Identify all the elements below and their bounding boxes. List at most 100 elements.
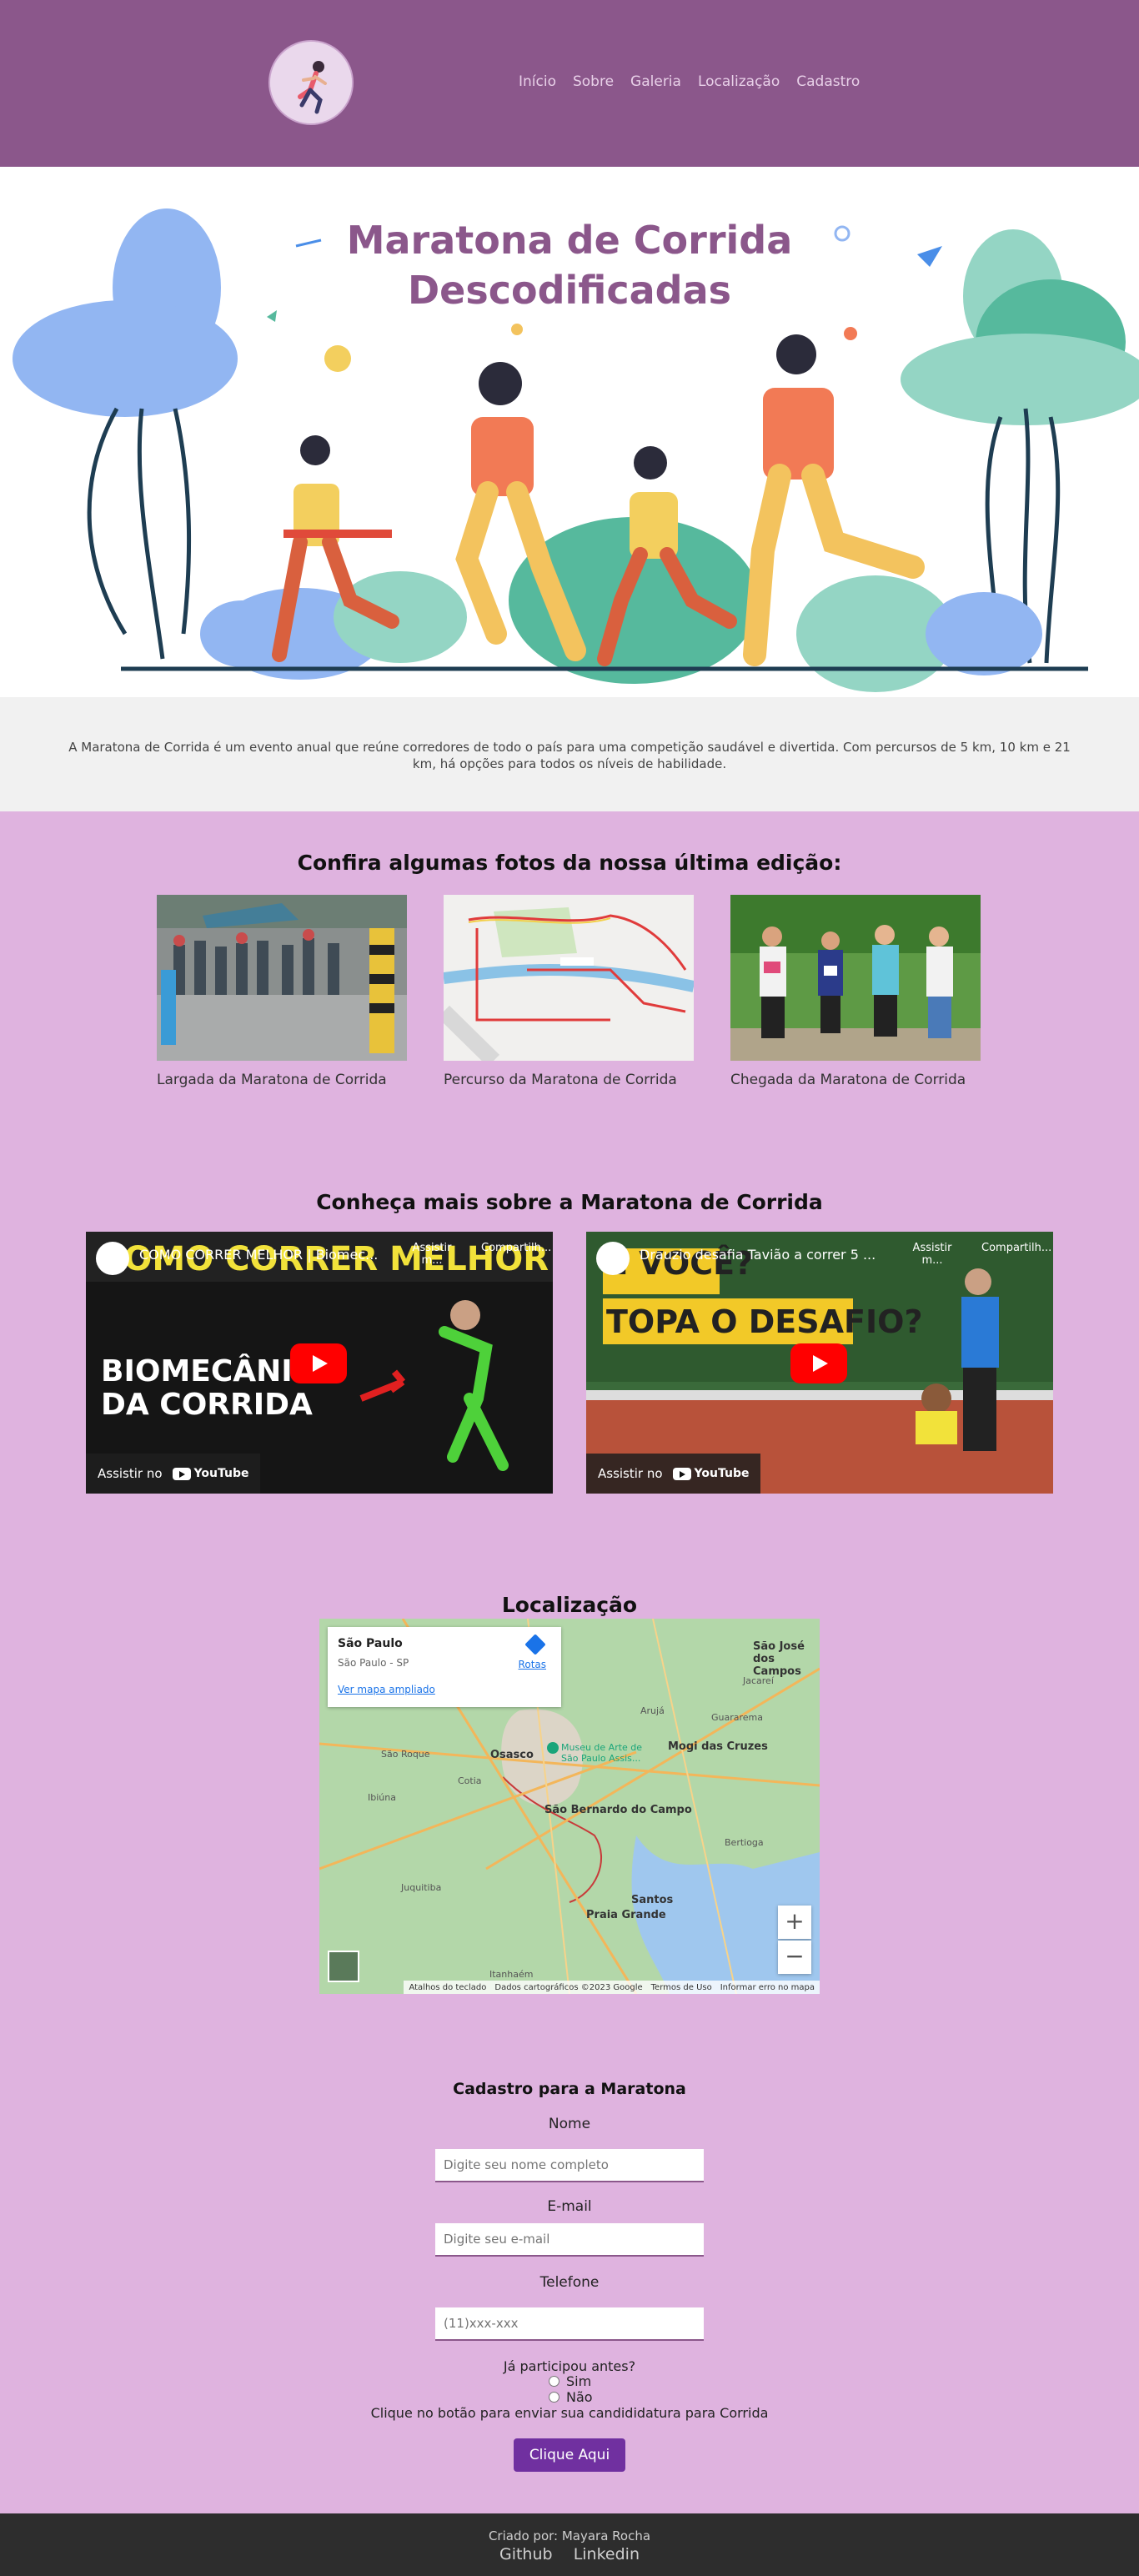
video2-overlay-line2: TOPA O DESAFIO?: [606, 1303, 923, 1340]
caption-route: Percurso da Maratona de Corrida: [444, 1072, 677, 1088]
site-footer: Criado por: Mayara Rocha Github Linkedin: [0, 2513, 1139, 2576]
play-button[interactable]: [290, 1343, 347, 1383]
share-button[interactable]: Compartilh...: [481, 1242, 551, 1267]
map-label-santos: Santos: [631, 1894, 674, 1906]
map-label-juquitiba: Juquitiba: [401, 1882, 442, 1893]
hero-banner: Maratona de Corrida Descodificadas: [0, 167, 1139, 697]
watch-on-youtube[interactable]: Assistir no YouTube: [586, 1454, 761, 1494]
map-poi-masp[interactable]: Museu de Arte de São Paulo Assis...: [561, 1742, 661, 1764]
caption-finish: Chegada da Maratona de Corrida: [730, 1072, 966, 1088]
watch-on-label: Assistir no: [598, 1466, 663, 1481]
view-larger-map-link[interactable]: Ver mapa ampliado: [338, 1684, 435, 1695]
name-label: Nome: [548, 2116, 591, 2132]
nav-inicio[interactable]: Início: [519, 73, 556, 90]
main-nav: Início Sobre Galeria Localização Cadastr…: [519, 73, 860, 90]
google-map[interactable]: São José dos Campos Jacareí Guararema Ar…: [319, 1619, 820, 1994]
hero-title: Maratona de Corrida Descodificadas: [0, 215, 1139, 315]
video1-title[interactable]: COMO CORRER MELHOR | Biomec...: [139, 1247, 378, 1263]
video1-overlay-line2: DA CORRIDA: [101, 1388, 313, 1422]
radio-no-circle[interactable]: [549, 2392, 559, 2403]
email-label: E-mail: [547, 2198, 592, 2215]
radio-yes-circle[interactable]: [549, 2376, 559, 2387]
watch-on-youtube[interactable]: Assistir no YouTube: [86, 1454, 261, 1494]
name-input[interactable]: [435, 2149, 704, 2182]
gallery-title: Confira algumas fotos da nossa última ed…: [297, 851, 842, 875]
youtube-logo-icon: YouTube: [172, 1467, 249, 1480]
nav-cadastro[interactable]: Cadastro: [796, 73, 860, 90]
video1-actions: Assistir m... Compartilh...: [401, 1242, 552, 1267]
phone-input[interactable]: [435, 2307, 704, 2341]
watch-later-button[interactable]: Assistir m...: [901, 1242, 963, 1267]
youtube-logo-text: YouTube: [694, 1467, 750, 1480]
play-button[interactable]: [790, 1343, 847, 1383]
share-button[interactable]: Compartilh...: [981, 1242, 1051, 1267]
watch-on-label: Assistir no: [98, 1466, 163, 1481]
radio-yes-label: Sim: [566, 2373, 592, 2389]
video-player-challenge[interactable]: E VOCÊ? TOPA O DESAFIO? Drauzio desafia …: [586, 1232, 1053, 1494]
map-layer-toggle[interactable]: [328, 1951, 359, 1982]
phone-label: Telefone: [539, 2274, 600, 2291]
zoom-in-button[interactable]: +: [778, 1906, 811, 1939]
map-place-subtitle: São Paulo - SP: [338, 1657, 409, 1669]
footer-links: Github Linkedin: [0, 2545, 1139, 2563]
location-title: Localização: [501, 1593, 638, 1617]
directions-link[interactable]: Rotas: [519, 1659, 546, 1670]
map-label-mogi: Mogi das Cruzes: [668, 1740, 768, 1753]
gallery-photo-start[interactable]: [157, 895, 407, 1061]
site-header: Início Sobre Galeria Localização Cadastr…: [0, 0, 1139, 167]
map-label-sao-roque: São Roque: [381, 1749, 430, 1760]
directions-icon[interactable]: [524, 1634, 546, 1655]
nav-sobre[interactable]: Sobre: [573, 73, 614, 90]
nav-localizacao[interactable]: Localização: [698, 73, 780, 90]
report-error-link[interactable]: Informar erro no mapa: [720, 1983, 815, 1992]
keyboard-shortcuts-link[interactable]: Atalhos do teclado: [409, 1983, 486, 1992]
email-input[interactable]: [435, 2223, 704, 2257]
submit-button[interactable]: Clique Aqui: [514, 2438, 625, 2472]
hero-title-line1: Maratona de Corrida: [346, 218, 793, 263]
video2-title[interactable]: Drauzio desafia Tavião a correr 5 ...: [640, 1247, 876, 1263]
youtube-logo-icon: YouTube: [672, 1467, 750, 1480]
map-label-guararema: Guararema: [711, 1712, 764, 1723]
map-info-card: São Paulo São Paulo - SP Ver mapa amplia…: [328, 1627, 561, 1707]
form-title: Cadastro para a Maratona: [453, 2080, 686, 2098]
radio-yes[interactable]: Sim: [549, 2373, 591, 2389]
video1-overlay: BIOMECÂNI DA CORRIDA: [101, 1355, 313, 1422]
footer-credit: Criado por: Mayara Rocha: [488, 2528, 651, 2543]
map-label-osasco: Osasco: [490, 1749, 534, 1761]
channel-avatar[interactable]: [596, 1242, 630, 1275]
photo-route-map: [444, 895, 694, 1061]
github-link[interactable]: Github: [499, 2545, 553, 2563]
terms-link[interactable]: Termos de Uso: [651, 1983, 712, 1992]
nav-galeria[interactable]: Galeria: [630, 73, 681, 90]
radio-no[interactable]: Não: [549, 2389, 593, 2405]
about-text: A Maratona de Corrida é um evento anual …: [68, 740, 1071, 771]
about-section: A Maratona de Corrida é um evento anual …: [0, 697, 1139, 811]
watch-later-button[interactable]: Assistir m...: [401, 1242, 463, 1267]
video2-actions: Assistir m... Compartilh...: [901, 1242, 1052, 1267]
zoom-out-button[interactable]: −: [778, 1941, 811, 1974]
map-label-sbc: São Bernardo do Campo: [544, 1804, 692, 1816]
map-label-aruja: Arujá: [640, 1705, 665, 1716]
map-label-cotia: Cotia: [458, 1775, 482, 1786]
map-label-bertioga: Bertioga: [725, 1837, 764, 1848]
map-label-itanhaem: Itanhaém: [489, 1969, 534, 1980]
logo[interactable]: [268, 40, 354, 125]
map-attribution: Atalhos do teclado Dados cartográficos ©…: [404, 1981, 820, 1994]
map-place-title: São Paulo: [338, 1637, 403, 1650]
youtube-logo-text: YouTube: [193, 1467, 249, 1480]
caption-start: Largada da Maratona de Corrida: [157, 1072, 387, 1088]
gallery-photo-finish[interactable]: [730, 895, 981, 1061]
map-data-credit: Dados cartográficos ©2023 Google: [494, 1982, 643, 1992]
video-player-biomechanics[interactable]: COMO CORRER MELHOR COMO CORRER MELHOR | …: [86, 1232, 553, 1494]
participated-question: Já participou antes?: [503, 2358, 636, 2374]
linkedin-link[interactable]: Linkedin: [574, 2545, 640, 2563]
video1-overlay-line1: BIOMECÂNI: [101, 1354, 293, 1388]
gallery-photo-route[interactable]: [444, 895, 694, 1061]
photo-finish-image: [730, 895, 981, 1061]
runner-logo-icon: [270, 42, 352, 123]
channel-avatar[interactable]: [96, 1242, 129, 1275]
photo-start-image: [157, 895, 407, 1061]
hero-title-line2: Descodificadas: [407, 268, 732, 313]
map-label-ibiuna: Ibiúna: [368, 1792, 396, 1803]
map-label-jacarei: Jacareí: [743, 1675, 774, 1686]
